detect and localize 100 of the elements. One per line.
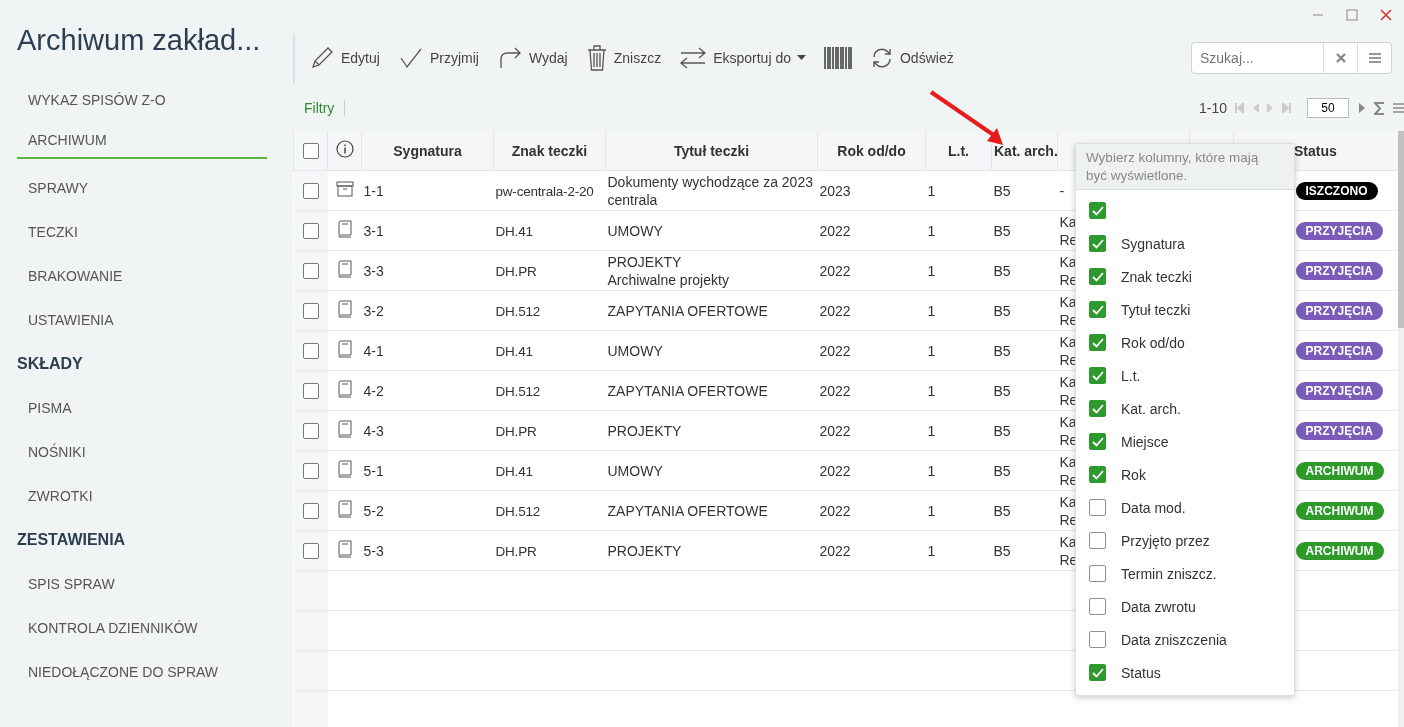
- sidebar-item[interactable]: BRAKOWANIE: [17, 255, 267, 299]
- row-checkbox[interactable]: [302, 303, 319, 320]
- column-option[interactable]: Rok: [1121, 466, 1146, 483]
- column-option[interactable]: Miejsce: [1121, 433, 1169, 450]
- status-badge: PRZYJĘCIA: [1295, 341, 1383, 360]
- sidebar-item[interactable]: WYKAZ SPISÓW Z-O: [17, 79, 267, 123]
- column-checkbox[interactable]: [1089, 268, 1106, 285]
- sidebar-item[interactable]: PISMA: [17, 387, 267, 431]
- row-checkbox[interactable]: [302, 383, 319, 400]
- book-icon: [336, 340, 353, 358]
- column-checkbox[interactable]: [1089, 202, 1106, 219]
- table-cell: 4-3: [363, 422, 384, 439]
- column-checkbox[interactable]: [1089, 433, 1106, 450]
- column-checkbox[interactable]: [1089, 664, 1106, 681]
- select-all-checkbox[interactable]: [302, 143, 319, 160]
- column-option[interactable]: Przyjęto przez: [1121, 532, 1210, 549]
- column-header[interactable]: Status: [1294, 142, 1337, 159]
- table-cell: B5: [993, 542, 1011, 559]
- column-checkbox[interactable]: [1089, 466, 1106, 483]
- column-option[interactable]: Kat. arch.: [1121, 400, 1181, 417]
- sidebar-item[interactable]: NOŚNIKI: [17, 431, 267, 475]
- column-option[interactable]: Termin zniszcz.: [1121, 565, 1217, 582]
- sidebar-item[interactable]: NIEDOŁĄCZONE DO SPRAW: [17, 651, 267, 695]
- toolbar-button[interactable]: Wydaj: [492, 42, 572, 73]
- column-checkbox[interactable]: [1089, 598, 1106, 615]
- sidebar-item[interactable]: ARCHIWUM: [17, 123, 267, 159]
- sidebar-item[interactable]: SPIS SPRAW: [17, 563, 267, 607]
- column-checkbox[interactable]: [1089, 334, 1106, 351]
- book-icon: [336, 420, 353, 438]
- trash-icon: [585, 43, 608, 72]
- column-checkbox[interactable]: [1089, 631, 1106, 648]
- page-size-field[interactable]: 50: [1307, 98, 1349, 118]
- column-option[interactable]: L.t.: [1121, 367, 1141, 384]
- column-checkbox[interactable]: [1089, 499, 1106, 516]
- table-cell: 2022: [819, 342, 851, 359]
- sidebar-item[interactable]: SPRAWY: [17, 167, 267, 211]
- row-checkbox[interactable]: [302, 543, 319, 560]
- table-cell: B5: [993, 262, 1011, 279]
- menu-icon[interactable]: [1393, 103, 1404, 113]
- column-checkbox[interactable]: [1089, 400, 1106, 417]
- table-cell: 2022: [819, 462, 851, 479]
- toolbar-button[interactable]: Odśwież: [866, 43, 958, 72]
- table-cell: DH.512: [495, 303, 541, 319]
- toolbar-button[interactable]: Eksportuj do: [675, 42, 810, 73]
- table-cell: UMOWY: [607, 221, 663, 240]
- clear-icon[interactable]: [1335, 52, 1346, 63]
- sidebar-item[interactable]: USTAWIENIA: [17, 299, 267, 343]
- column-checkbox[interactable]: [1089, 235, 1106, 252]
- toolbar-button[interactable]: Edytuj: [305, 42, 384, 73]
- section-heading: ZESTAWIENIA: [17, 530, 127, 550]
- row-checkbox[interactable]: [302, 463, 319, 480]
- search-field[interactable]: Szukaj...: [1192, 42, 1323, 73]
- column-option[interactable]: Data zwrotu: [1121, 598, 1196, 615]
- status-badge: PRZYJĘCIA: [1295, 381, 1383, 400]
- column-option[interactable]: Data mod.: [1121, 499, 1186, 516]
- scrollbar[interactable]: [1398, 131, 1404, 727]
- column-option[interactable]: Rok od/do: [1121, 334, 1185, 351]
- book-icon: [336, 300, 353, 318]
- table-cell: B5: [993, 342, 1011, 359]
- table-cell: PROJEKTY: [607, 421, 682, 440]
- row-checkbox[interactable]: [302, 183, 319, 200]
- column-checkbox[interactable]: [1089, 301, 1106, 318]
- menu-icon[interactable]: [1368, 52, 1381, 63]
- column-checkbox[interactable]: [1089, 565, 1106, 582]
- book-icon: [336, 220, 353, 238]
- row-checkbox[interactable]: [302, 503, 319, 520]
- toolbar-button[interactable]: Przyjmij: [393, 42, 483, 73]
- close-icon[interactable]: [1380, 9, 1392, 21]
- column-option[interactable]: Sygnatura: [1121, 235, 1185, 252]
- table-cell: UMOWY: [607, 341, 663, 360]
- search-box[interactable]: Szukaj...: [1191, 41, 1392, 74]
- row-checkbox[interactable]: [302, 223, 319, 240]
- column-checkbox[interactable]: [1089, 367, 1106, 384]
- column-checkbox[interactable]: [1089, 532, 1106, 549]
- sidebar-item[interactable]: ZWROTKI: [17, 475, 267, 519]
- sidebar-item[interactable]: KONTROLA DZIENNIKÓW: [17, 607, 267, 651]
- table-cell: 5-3: [363, 542, 384, 559]
- table-cell: PROJEKTY: [607, 541, 682, 560]
- column-header[interactable]: L.t.: [948, 142, 969, 159]
- column-option[interactable]: Status: [1121, 664, 1161, 681]
- toolbar-button[interactable]: Zniszcz: [581, 41, 666, 74]
- row-checkbox[interactable]: [302, 343, 319, 360]
- row-checkbox[interactable]: [302, 263, 319, 280]
- table-cell: PROJEKTY Archiwalne projekty: [607, 252, 729, 289]
- sidebar-item[interactable]: TECZKI: [17, 211, 267, 255]
- column-header[interactable]: Tytuł teczki: [673, 142, 750, 159]
- filters-link[interactable]: Filtry: [304, 100, 346, 116]
- info-icon[interactable]: [335, 140, 354, 158]
- table-cell: 1: [927, 382, 936, 399]
- table-cell: 1: [927, 342, 936, 359]
- table-cell: 1: [927, 262, 936, 279]
- play-icon[interactable]: [1359, 103, 1366, 113]
- column-option[interactable]: Znak teczki: [1121, 268, 1192, 285]
- column-option[interactable]: Tytuł teczki: [1121, 301, 1191, 318]
- table-cell: DH.41: [495, 343, 533, 359]
- sum-icon[interactable]: [1374, 101, 1385, 115]
- column-option[interactable]: Data zniszczenia: [1121, 631, 1227, 648]
- section-heading: SKŁADY: [17, 354, 84, 374]
- row-checkbox[interactable]: [302, 423, 319, 440]
- maximize-icon[interactable]: [1346, 9, 1358, 21]
